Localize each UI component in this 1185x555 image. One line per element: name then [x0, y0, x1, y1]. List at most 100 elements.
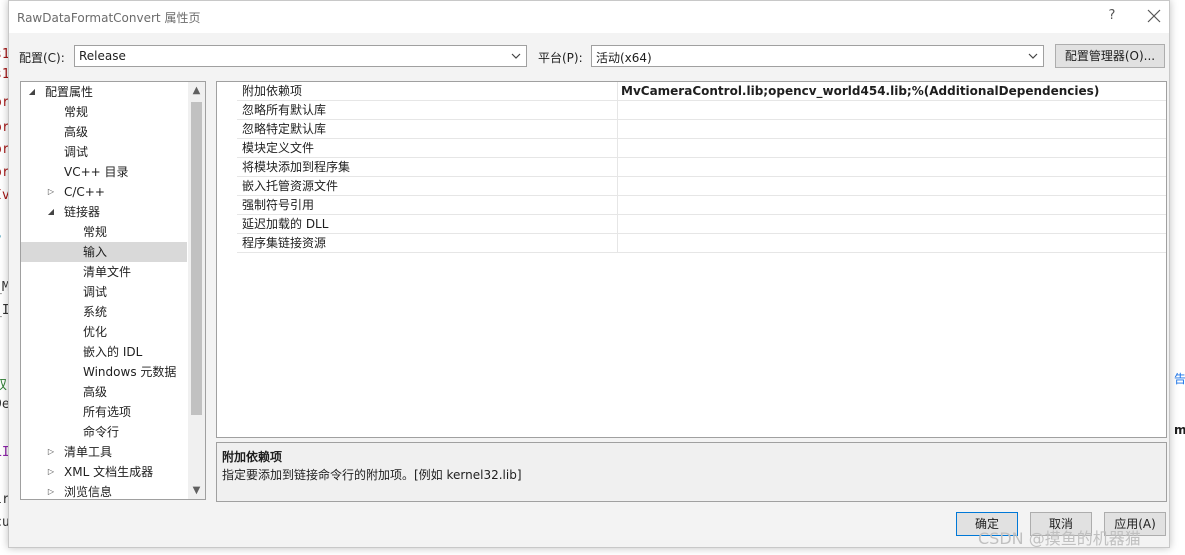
- config-manager-button[interactable]: 配置管理器(O)...: [1055, 44, 1165, 68]
- tree-item[interactable]: 输入: [21, 242, 187, 262]
- tree-item[interactable]: 高级: [21, 382, 187, 402]
- property-name: 强制符号引用: [242, 196, 618, 214]
- tree-item[interactable]: ▷ 清单工具: [21, 442, 187, 462]
- property-name: 忽略特定默认库: [242, 120, 618, 138]
- property-row[interactable]: 附加依赖项 MvCameraControl.lib;opencv_world454…: [217, 82, 1166, 101]
- background-editor-right: 告 m: [1170, 0, 1185, 555]
- tree-item-label: 高级: [83, 385, 108, 399]
- config-dropdown[interactable]: Release: [74, 45, 527, 67]
- close-icon: [1147, 9, 1161, 23]
- config-label: 配置(C):: [19, 51, 65, 65]
- watermark: CSDN @摸鱼的机器猫: [978, 529, 1141, 548]
- property-row[interactable]: 忽略特定默认库: [217, 120, 1166, 139]
- tree-item-label: 优化: [83, 325, 108, 339]
- tree-item-label: 高级: [64, 125, 89, 139]
- tree-item-label: 配置属性: [45, 85, 94, 99]
- tree-item[interactable]: 调试: [21, 282, 187, 302]
- property-value[interactable]: MvCameraControl.lib;opencv_world454.lib;…: [621, 82, 1099, 100]
- property-name: 将模块添加到程序集: [242, 158, 618, 176]
- scroll-down-icon[interactable]: ▼: [188, 482, 205, 499]
- description-panel: 附加依赖项 指定要添加到链接命令行的附加项。[例如 kernel32.lib]: [216, 442, 1167, 502]
- expand-arrow-icon[interactable]: ▷: [46, 462, 56, 482]
- expand-arrow-icon[interactable]: ▷: [46, 482, 56, 499]
- tree-item-label: 系统: [83, 305, 108, 319]
- tree-item[interactable]: 系统: [21, 302, 187, 322]
- property-row[interactable]: 模块定义文件: [217, 139, 1166, 158]
- dialog-title: RawDataFormatConvert 属性页: [17, 11, 201, 25]
- property-row[interactable]: 延迟加载的 DLL: [217, 215, 1166, 234]
- row-gutter: [217, 101, 237, 120]
- tree-item-label: 常规: [64, 105, 89, 119]
- platform-value: 活动(x64): [596, 51, 652, 65]
- tree-item-label: XML 文档生成器: [64, 465, 154, 479]
- property-row[interactable]: 嵌入托管资源文件: [217, 177, 1166, 196]
- row-gutter: [217, 120, 237, 139]
- tree-item[interactable]: ▷ C/C++: [21, 182, 187, 202]
- tree-item-label: VC++ 目录: [64, 165, 129, 179]
- tree-item-label: 输入: [83, 245, 108, 259]
- collapse-arrow-icon[interactable]: ◢: [27, 82, 37, 102]
- property-row[interactable]: 强制符号引用: [217, 196, 1166, 215]
- help-button[interactable]: ?: [1102, 6, 1122, 26]
- scroll-up-icon[interactable]: ▲: [188, 82, 205, 99]
- title-bar: RawDataFormatConvert 属性页 ?: [9, 1, 1169, 33]
- tree-item-label: Windows 元数据: [83, 365, 177, 379]
- tree-item-label: 调试: [64, 145, 89, 159]
- row-gutter: [217, 234, 237, 253]
- tree-item-label: 清单工具: [64, 445, 113, 459]
- tree-item-label: 命令行: [83, 425, 120, 439]
- tree-item[interactable]: 优化: [21, 322, 187, 342]
- tree-item[interactable]: 清单文件: [21, 262, 187, 282]
- property-row[interactable]: 将模块添加到程序集: [217, 158, 1166, 177]
- expand-arrow-icon[interactable]: ▷: [46, 182, 56, 202]
- chevron-down-icon: [511, 53, 521, 59]
- tree-item-label: 清单文件: [83, 265, 132, 279]
- tree-item[interactable]: 嵌入的 IDL: [21, 342, 187, 362]
- background-fragment: 告: [1174, 372, 1185, 386]
- tree-item[interactable]: ▷ XML 文档生成器: [21, 462, 187, 482]
- tree-item-label: 嵌入的 IDL: [83, 345, 143, 359]
- row-gutter: [217, 177, 237, 196]
- tree-item[interactable]: 常规: [21, 102, 187, 122]
- tree-item-label: 链接器: [64, 205, 101, 219]
- tree-item-label: 调试: [83, 285, 108, 299]
- background-fragment: m: [1174, 423, 1185, 437]
- property-pages-dialog: RawDataFormatConvert 属性页 ? 配置(C): Releas…: [8, 0, 1170, 548]
- chevron-down-icon: [1028, 53, 1038, 59]
- background-fragment: 奴: [0, 378, 8, 393]
- tree-item[interactable]: 高级: [21, 122, 187, 142]
- tree-item[interactable]: ◢ 链接器: [21, 202, 187, 222]
- property-name: 模块定义文件: [242, 139, 618, 157]
- property-grid: 附加依赖项 MvCameraControl.lib;opencv_world454…: [216, 81, 1167, 438]
- scroll-thumb[interactable]: [191, 102, 202, 415]
- tree-item[interactable]: VC++ 目录: [21, 162, 187, 182]
- platform-label: 平台(P):: [538, 51, 583, 65]
- row-gutter: [217, 196, 237, 215]
- property-name: 延迟加载的 DLL: [242, 215, 618, 233]
- row-gutter: [217, 158, 237, 177]
- property-tree: ◢ 配置属性 常规 高级 调试 VC++ 目录 ▷ C/C++ ◢ 链接器 常规 输入 清单文件 调试 系统…: [20, 81, 206, 500]
- tree-item-label: 所有选项: [83, 405, 132, 419]
- property-name: 程序集链接资源: [242, 234, 618, 252]
- property-name: 嵌入托管资源文件: [242, 177, 618, 195]
- property-name: 忽略所有默认库: [242, 101, 618, 119]
- tree-item[interactable]: 命令行: [21, 422, 187, 442]
- tree-scrollbar[interactable]: ▲ ▼: [188, 82, 205, 499]
- platform-dropdown[interactable]: 活动(x64): [591, 45, 1044, 67]
- property-row[interactable]: 程序集链接资源: [217, 234, 1166, 253]
- tree-item-label: 浏览信息: [64, 485, 113, 499]
- property-row[interactable]: 忽略所有默认库: [217, 101, 1166, 120]
- description-title: 附加依赖项: [222, 450, 283, 464]
- tree-item[interactable]: ◢ 配置属性: [21, 82, 187, 102]
- close-button[interactable]: [1142, 4, 1166, 28]
- expand-arrow-icon[interactable]: ▷: [46, 442, 56, 462]
- background-fragment: ?: [0, 233, 2, 248]
- tree-item[interactable]: ▷ 浏览信息: [21, 482, 187, 499]
- tree-item[interactable]: Windows 元数据: [21, 362, 187, 382]
- collapse-arrow-icon[interactable]: ◢: [46, 202, 56, 222]
- tree-item[interactable]: 所有选项: [21, 402, 187, 422]
- tree-item[interactable]: 常规: [21, 222, 187, 242]
- row-gutter: [217, 139, 237, 158]
- tree-item[interactable]: 调试: [21, 142, 187, 162]
- description-text: 指定要添加到链接命令行的附加项。[例如 kernel32.lib]: [222, 468, 522, 482]
